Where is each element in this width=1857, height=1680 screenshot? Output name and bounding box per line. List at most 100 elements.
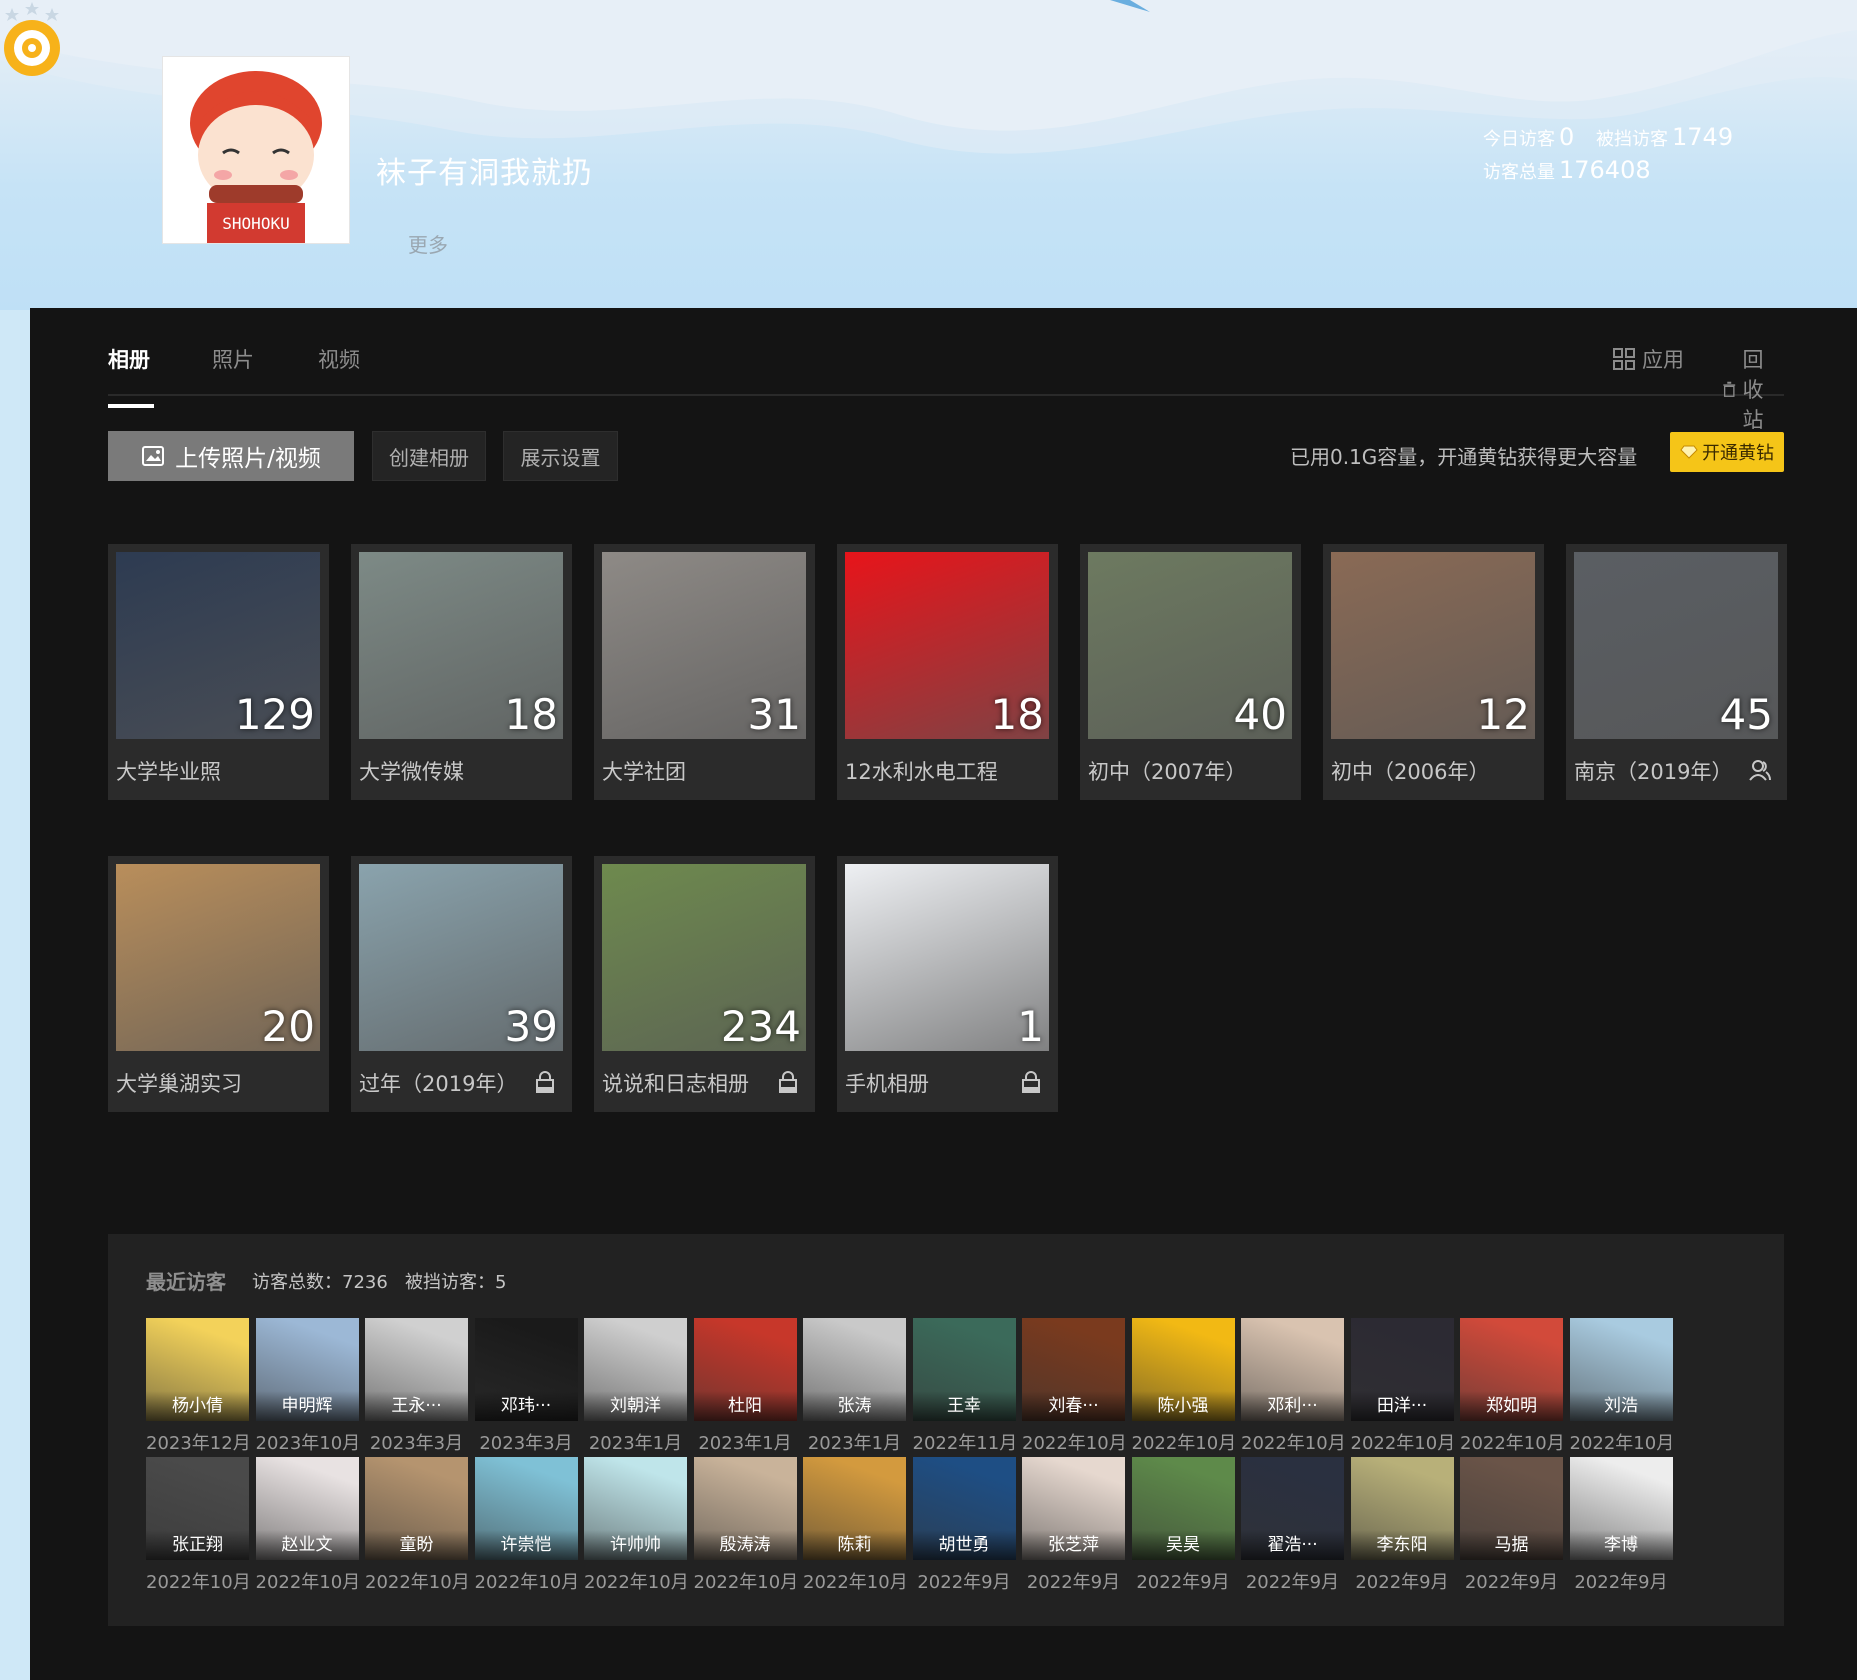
visitor-avatar[interactable]: 杨小倩: [146, 1318, 249, 1421]
album-card[interactable]: 234 说说和日志相册: [594, 856, 815, 1112]
visitor-item[interactable]: 陈小强 2022年10月: [1131, 1318, 1236, 1455]
visitor-name[interactable]: 许崇恺: [474, 1530, 578, 1560]
visitor-item[interactable]: 郑如明 2022年10月: [1460, 1318, 1565, 1455]
album-card[interactable]: 39 过年（2019年）: [351, 856, 572, 1112]
visitor-item[interactable]: 李博 2022年9月: [1569, 1457, 1673, 1594]
album-name[interactable]: 过年（2019年）: [359, 1068, 517, 1098]
album-name[interactable]: 大学毕业照: [116, 756, 221, 786]
visitor-name[interactable]: 许帅帅: [584, 1530, 687, 1560]
visitor-item[interactable]: 胡世勇 2022年9月: [912, 1457, 1016, 1594]
profile-nickname[interactable]: 袜子有洞我就扔: [376, 148, 593, 192]
visitor-name[interactable]: 陈小强: [1131, 1391, 1235, 1421]
visitor-avatar[interactable]: 翟浩···: [1241, 1457, 1344, 1560]
visitor-item[interactable]: 刘浩 2022年10月: [1569, 1318, 1674, 1455]
visitor-name[interactable]: 张芝萍: [1022, 1530, 1125, 1560]
visitor-avatar[interactable]: 王幸: [912, 1318, 1016, 1421]
visitor-name[interactable]: 王幸: [912, 1391, 1016, 1421]
visitor-name[interactable]: 刘春···: [1022, 1391, 1125, 1421]
visitor-avatar[interactable]: 刘春···: [1022, 1318, 1125, 1421]
visitor-avatar[interactable]: 张涛: [803, 1318, 906, 1421]
visitor-avatar[interactable]: 邓玮···: [474, 1318, 578, 1421]
visitor-item[interactable]: 刘朝洋 2023年1月: [584, 1318, 687, 1455]
visitor-name[interactable]: 刘朝洋: [584, 1391, 687, 1421]
tab-albums[interactable]: 相册: [108, 344, 154, 408]
visitor-name[interactable]: 陈莉: [803, 1530, 906, 1560]
visitor-name[interactable]: 赵业文: [255, 1530, 359, 1560]
album-card[interactable]: 1 手机相册: [837, 856, 1058, 1112]
visitor-item[interactable]: 殷涛涛 2022年10月: [693, 1457, 798, 1594]
visitor-item[interactable]: 童盼 2022年10月: [365, 1457, 470, 1594]
visitor-item[interactable]: 翟浩··· 2022年9月: [1241, 1457, 1344, 1594]
visitor-item[interactable]: 李东阳 2022年9月: [1350, 1457, 1454, 1594]
visitor-avatar[interactable]: 赵业文: [255, 1457, 359, 1560]
visitor-name[interactable]: 童盼: [365, 1530, 468, 1560]
visitor-name[interactable]: 翟浩···: [1241, 1530, 1344, 1560]
album-name[interactable]: 大学社团: [602, 756, 686, 786]
album-card[interactable]: 12 初中（2006年）: [1323, 544, 1544, 800]
album-card[interactable]: 20 大学巢湖实习: [108, 856, 329, 1112]
visitor-name[interactable]: 邓利···: [1241, 1391, 1344, 1421]
visitor-item[interactable]: 杜阳 2023年1月: [693, 1318, 797, 1455]
album-name[interactable]: 初中（2007年）: [1088, 756, 1246, 786]
visitor-item[interactable]: 邓玮··· 2023年3月: [474, 1318, 578, 1455]
visitor-item[interactable]: 许崇恺 2022年10月: [474, 1457, 579, 1594]
upload-button[interactable]: 上传照片/视频: [108, 431, 354, 481]
visitor-name[interactable]: 杜阳: [693, 1391, 797, 1421]
recycle-bin-button[interactable]: 回收站: [1722, 344, 1784, 434]
visitor-avatar[interactable]: 张正翔: [146, 1457, 249, 1560]
album-name[interactable]: 说说和日志相册: [602, 1068, 749, 1098]
visitor-item[interactable]: 王永··· 2023年3月: [365, 1318, 468, 1455]
visitor-item[interactable]: 许帅帅 2022年10月: [584, 1457, 689, 1594]
create-album-button[interactable]: 创建相册: [372, 431, 486, 481]
more-link[interactable]: 更多: [408, 229, 448, 258]
visitor-name[interactable]: 邓玮···: [474, 1391, 578, 1421]
visitor-name[interactable]: 刘浩: [1569, 1391, 1673, 1421]
visitor-name[interactable]: 李东阳: [1350, 1530, 1454, 1560]
visitor-avatar[interactable]: 刘浩: [1569, 1318, 1673, 1421]
visitor-name[interactable]: 殷涛涛: [693, 1530, 797, 1560]
album-card[interactable]: 129 大学毕业照: [108, 544, 329, 800]
visitor-avatar[interactable]: 胡世勇: [912, 1457, 1016, 1560]
visitor-avatar[interactable]: 许帅帅: [584, 1457, 687, 1560]
album-name[interactable]: 12水利水电工程: [845, 756, 998, 786]
visitor-avatar[interactable]: 杜阳: [693, 1318, 797, 1421]
visitor-avatar[interactable]: 马据: [1460, 1457, 1563, 1560]
tab-photos[interactable]: 照片: [212, 344, 254, 374]
album-name[interactable]: 南京（2019年）: [1574, 756, 1732, 786]
visitor-avatar[interactable]: 殷涛涛: [693, 1457, 797, 1560]
visitor-item[interactable]: 申明辉 2023年10月: [255, 1318, 360, 1455]
album-name[interactable]: 初中（2006年）: [1331, 756, 1489, 786]
visitor-name[interactable]: 田洋···: [1350, 1391, 1454, 1421]
visitor-avatar[interactable]: 吴昊: [1131, 1457, 1235, 1560]
album-name[interactable]: 手机相册: [845, 1068, 929, 1098]
visitor-avatar[interactable]: 许崇恺: [474, 1457, 578, 1560]
visitor-item[interactable]: 王幸 2022年11月: [912, 1318, 1017, 1455]
visitor-item[interactable]: 赵业文 2022年10月: [255, 1457, 360, 1594]
album-card[interactable]: 40 初中（2007年）: [1080, 544, 1301, 800]
visitor-name[interactable]: 郑如明: [1460, 1391, 1563, 1421]
visitor-item[interactable]: 邓利··· 2022年10月: [1241, 1318, 1346, 1455]
visitor-avatar[interactable]: 李东阳: [1350, 1457, 1454, 1560]
display-settings-button[interactable]: 展示设置: [503, 431, 618, 481]
visitor-avatar[interactable]: 李博: [1569, 1457, 1673, 1560]
visitor-avatar[interactable]: 陈莉: [803, 1457, 906, 1560]
apps-button[interactable]: 应用: [1612, 344, 1684, 374]
visitor-name[interactable]: 吴昊: [1131, 1530, 1235, 1560]
tab-videos[interactable]: 视频: [318, 344, 360, 374]
album-card[interactable]: 18 大学微传媒: [351, 544, 572, 800]
visitor-item[interactable]: 吴昊 2022年9月: [1131, 1457, 1235, 1594]
visitor-name[interactable]: 申明辉: [255, 1391, 359, 1421]
visitor-avatar[interactable]: 王永···: [365, 1318, 468, 1421]
visitor-avatar[interactable]: 刘朝洋: [584, 1318, 687, 1421]
visitor-item[interactable]: 马据 2022年9月: [1460, 1457, 1563, 1594]
visitor-item[interactable]: 刘春··· 2022年10月: [1022, 1318, 1127, 1455]
visitor-item[interactable]: 陈莉 2022年10月: [803, 1457, 908, 1594]
visitor-item[interactable]: 田洋··· 2022年10月: [1350, 1318, 1455, 1455]
album-card[interactable]: 18 12水利水电工程: [837, 544, 1058, 800]
visitor-avatar[interactable]: 张芝萍: [1022, 1457, 1125, 1560]
visitor-name[interactable]: 马据: [1460, 1530, 1563, 1560]
visitor-avatar[interactable]: 郑如明: [1460, 1318, 1563, 1421]
visitor-item[interactable]: 张涛 2023年1月: [803, 1318, 906, 1455]
visitor-avatar[interactable]: 田洋···: [1350, 1318, 1454, 1421]
visitor-name[interactable]: 李博: [1569, 1530, 1673, 1560]
